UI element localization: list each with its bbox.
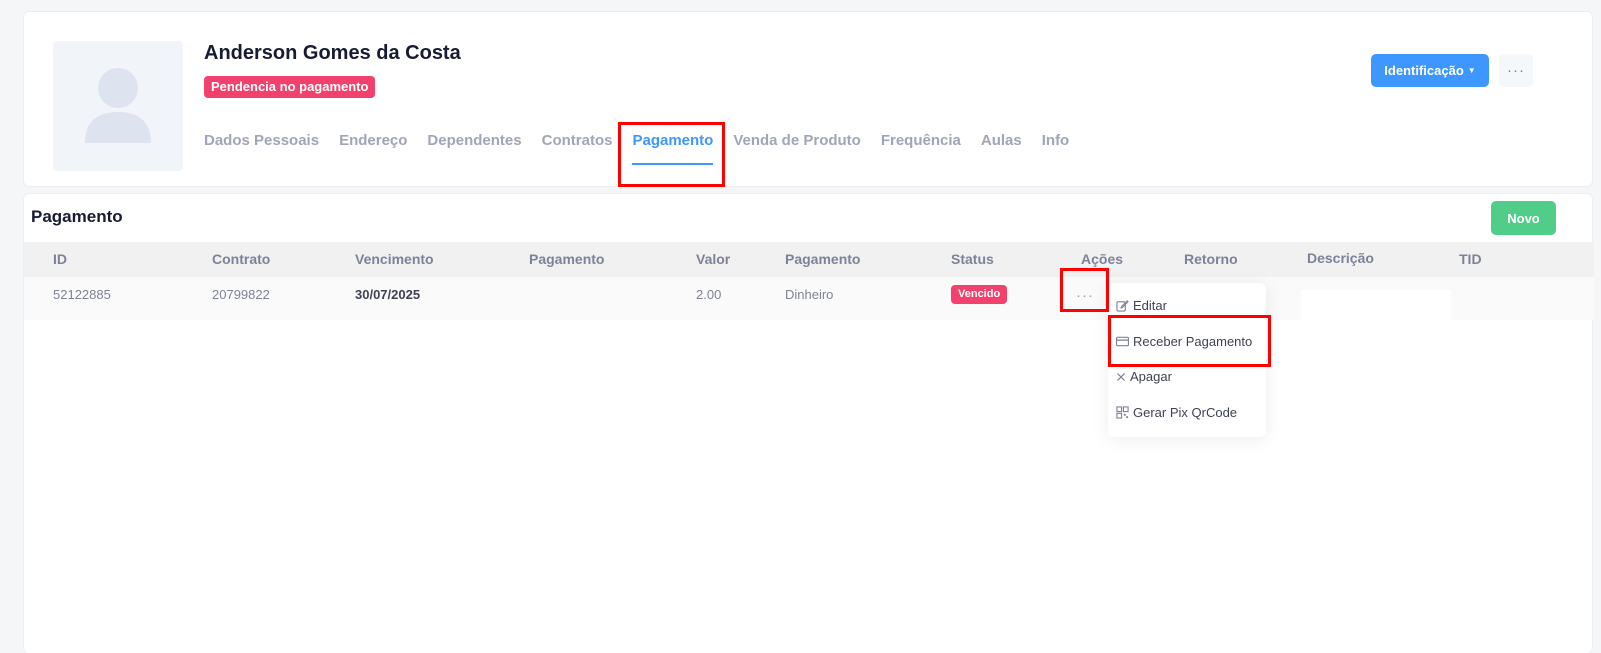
- tab-frequencia[interactable]: Frequência: [881, 132, 961, 149]
- menu-item-apagar[interactable]: Apagar: [1116, 369, 1172, 384]
- user-placeholder-icon: [85, 68, 151, 143]
- column-header-id: ID: [53, 251, 67, 267]
- close-icon: [1117, 372, 1125, 381]
- column-header-data-pagamento: Pagamento: [529, 251, 605, 267]
- profile-more-button[interactable]: ···: [1499, 54, 1533, 87]
- profile-tabs: Dados Pessoais Endereço Dependentes Cont…: [204, 132, 1089, 165]
- tab-contratos[interactable]: Contratos: [542, 132, 613, 149]
- avatar: [53, 41, 183, 171]
- column-header-forma-pagamento: Pagamento: [785, 251, 861, 267]
- profile-card: Anderson Gomes da Costa Pendencia no pag…: [23, 11, 1593, 187]
- cell-vencimento: 30/07/2025: [355, 287, 421, 302]
- menu-item-gerar-pix-qrcode[interactable]: Gerar Pix QrCode: [1116, 405, 1237, 420]
- column-header-retorno: Retorno: [1184, 251, 1238, 267]
- identification-label: Identificação: [1384, 63, 1464, 78]
- menu-item-receber-pagamento[interactable]: Receber Pagamento: [1116, 334, 1252, 349]
- status-badge: Vencido: [951, 285, 1008, 304]
- menu-item-editar[interactable]: Editar: [1116, 298, 1167, 313]
- column-header-status: Status: [951, 251, 994, 267]
- credit-card-icon: [1116, 336, 1129, 347]
- column-header-contrato: Contrato: [212, 251, 271, 267]
- cell-id: 52122885: [53, 287, 111, 302]
- tab-venda-de-produto[interactable]: Venda de Produto: [733, 132, 861, 149]
- qrcode-icon: [1116, 406, 1129, 419]
- column-header-acoes: Ações: [1081, 251, 1124, 267]
- tab-endereco[interactable]: Endereço: [339, 132, 407, 149]
- column-header-vencimento: Vencimento: [355, 251, 434, 267]
- tab-dados-pessoais[interactable]: Dados Pessoais: [204, 132, 319, 149]
- tab-info[interactable]: Info: [1042, 132, 1070, 149]
- section-title: Pagamento: [31, 207, 123, 226]
- menu-item-label: Apagar: [1130, 369, 1172, 384]
- person-name: Anderson Gomes da Costa: [204, 42, 461, 64]
- table-header: ID Contrato Vencimento Pagamento Valor P…: [24, 242, 1594, 277]
- menu-item-label: Editar: [1133, 298, 1167, 313]
- column-header-valor: Valor: [696, 251, 731, 267]
- identification-dropdown-button[interactable]: Identificação ▼: [1371, 54, 1489, 87]
- payments-card: Pagamento Novo ID Contrato Vencimento Pa…: [23, 193, 1594, 653]
- column-header-tid: TID: [1459, 251, 1482, 267]
- cell-forma-pagamento: Dinheiro: [785, 287, 834, 302]
- cell-valor: 2.00: [696, 287, 722, 302]
- column-header-descricao: Descrição: [1307, 250, 1374, 266]
- cell-contrato: 20799822: [212, 287, 270, 302]
- payment-pending-badge: Pendencia no pagamento: [204, 76, 376, 98]
- menu-item-label: Receber Pagamento: [1133, 334, 1253, 349]
- row-actions-button[interactable]: ···: [1070, 283, 1100, 307]
- menu-item-label: Gerar Pix QrCode: [1133, 405, 1238, 420]
- row-actions-menu: Editar Receber Pagamento Apagar Gerar Pi…: [1108, 283, 1266, 437]
- tab-aulas[interactable]: Aulas: [981, 132, 1022, 149]
- caret-down-icon: ▼: [1467, 66, 1476, 75]
- tab-dependentes[interactable]: Dependentes: [427, 132, 521, 149]
- new-payment-button[interactable]: Novo: [1491, 201, 1556, 235]
- edit-icon: [1116, 300, 1129, 312]
- tab-pagamento[interactable]: Pagamento: [632, 132, 713, 165]
- description-cell: [1301, 290, 1451, 322]
